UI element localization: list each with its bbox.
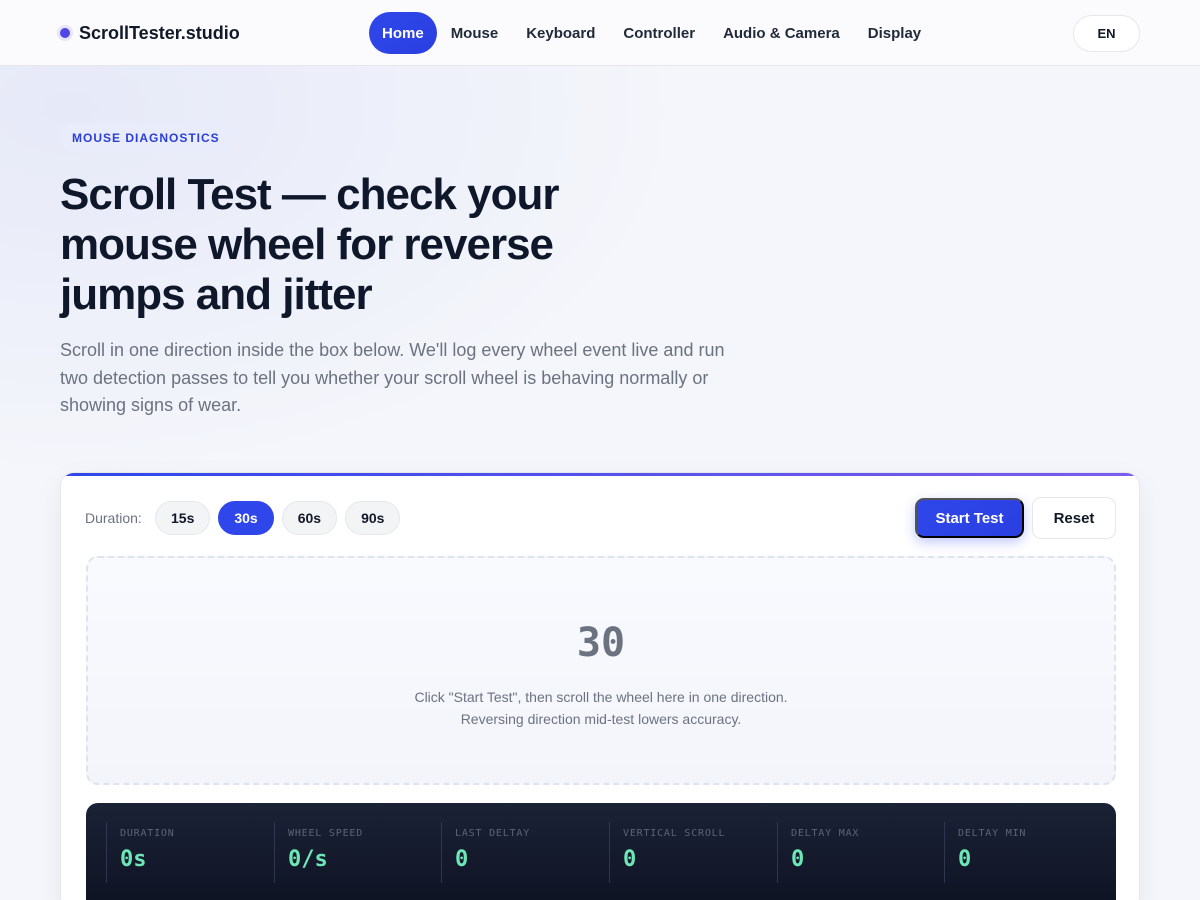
duration-option-90s[interactable]: 90s — [345, 501, 401, 535]
start-test-button[interactable]: Start Test — [915, 498, 1024, 538]
brand-dot-icon — [60, 28, 70, 38]
stats-panel: DURATION 0s WHEEL SPEED 0/s LAST DELTAY … — [86, 803, 1116, 900]
stat-last-deltay: LAST DELTAY 0 — [441, 822, 591, 883]
duration-option-60s[interactable]: 60s — [281, 501, 338, 535]
stat-deltay-min: DELTAY MIN 0 — [944, 822, 1094, 883]
nav-item-mouse[interactable]: Mouse — [437, 12, 513, 54]
duration-label: Duration: — [85, 510, 142, 526]
reset-button[interactable]: Reset — [1032, 497, 1116, 539]
top-navigation-bar: ScrollTester.studio Home Mouse Keyboard … — [0, 0, 1200, 66]
nav-item-controller[interactable]: Controller — [609, 12, 709, 54]
duration-option-30s[interactable]: 30s — [218, 501, 274, 535]
stat-value: 0s — [120, 847, 147, 872]
stat-deltay-max: DELTAY MAX 0 — [777, 822, 927, 883]
instruction-line-1: Click "Start Test", then scroll the whee… — [414, 689, 788, 705]
card-accent-bar — [61, 473, 1139, 476]
language-selector[interactable]: EN — [1073, 15, 1140, 52]
stat-label: DELTAY MIN — [958, 828, 1027, 839]
stat-label: DURATION — [120, 828, 175, 839]
stat-vertical-scroll: VERTICAL SCROLL 0 — [609, 822, 759, 883]
stat-value: 0 — [791, 847, 805, 872]
duration-option-15s[interactable]: 15s — [155, 501, 211, 535]
page-title: Scroll Test — check your mouse wheel for… — [60, 170, 559, 319]
section-eyebrow-badge: MOUSE DIAGNOSTICS — [60, 123, 232, 152]
stat-label: WHEEL SPEED — [288, 828, 364, 839]
stat-value: 0 — [455, 847, 469, 872]
scroll-test-card: Duration: 15s 30s 60s 90s Start Test Res… — [60, 472, 1140, 900]
nav-item-keyboard[interactable]: Keyboard — [512, 12, 609, 54]
stat-label: VERTICAL SCROLL — [623, 828, 726, 839]
stat-wheel-speed: WHEEL SPEED 0/s — [274, 822, 424, 883]
brand-logo[interactable]: ScrollTester.studio — [60, 21, 240, 45]
brand-name: ScrollTester.studio — [79, 22, 240, 43]
nav-item-display[interactable]: Display — [854, 12, 935, 54]
stat-value: 0 — [958, 847, 972, 872]
nav-item-home[interactable]: Home — [369, 12, 437, 54]
countdown-timer: 30 — [576, 620, 626, 666]
stat-label: LAST DELTAY — [455, 828, 531, 839]
stat-value: 0/s — [288, 847, 328, 872]
scroll-test-area[interactable]: 30 Click "Start Test", then scroll the w… — [86, 556, 1116, 785]
instruction-line-2: Reversing direction mid-test lowers accu… — [460, 711, 742, 727]
main-nav: Home Mouse Keyboard Controller Audio & C… — [369, 12, 935, 54]
stat-label: DELTAY MAX — [791, 828, 860, 839]
page-subtitle: Scroll in one direction inside the box b… — [60, 340, 725, 415]
nav-item-audio-camera[interactable]: Audio & Camera — [709, 12, 854, 54]
stat-value: 0 — [623, 847, 637, 872]
duration-options: 15s 30s 60s 90s — [155, 501, 401, 535]
test-instructions: Click "Start Test", then scroll the whee… — [88, 686, 1114, 730]
stat-duration: DURATION 0s — [106, 822, 256, 883]
